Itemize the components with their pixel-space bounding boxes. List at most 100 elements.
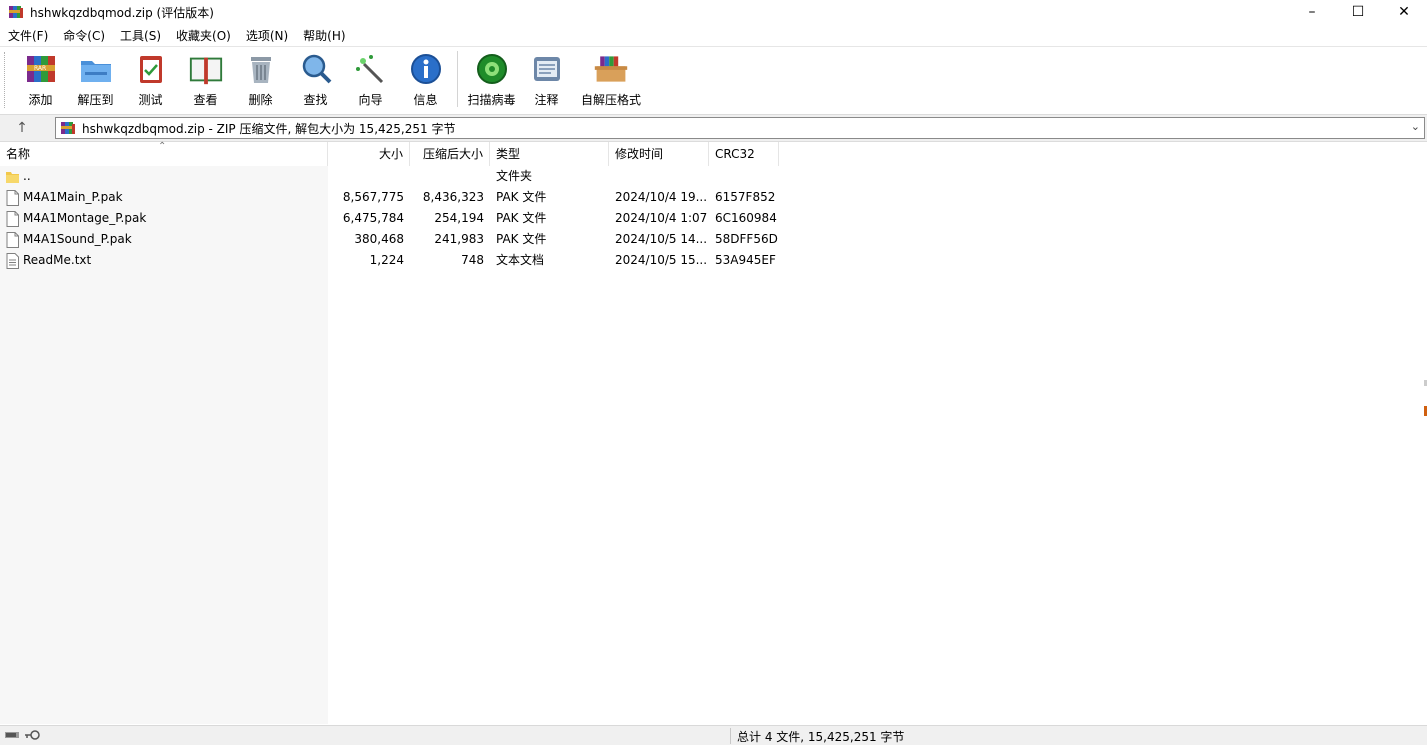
status-divider <box>730 728 731 744</box>
info-icon <box>408 51 444 87</box>
folder-icon <box>6 171 19 183</box>
virus-scan-icon <box>474 51 510 87</box>
file-type: 文件夹 <box>496 169 533 183</box>
toolbar-separator <box>457 51 458 107</box>
file-name: .. <box>23 169 31 183</box>
info-button[interactable]: 信息 <box>398 47 453 109</box>
wizard-label: 向导 <box>358 93 383 107</box>
file-packed-size: 241,983 <box>434 232 484 246</box>
add-archive-icon: RAR <box>23 51 59 87</box>
minimize-button[interactable]: – <box>1289 0 1335 24</box>
address-dropdown-icon[interactable]: ⌄ <box>1411 120 1420 133</box>
winrar-app-icon[interactable] <box>8 4 24 20</box>
address-row: ↑ hshwkqzdbqmod.zip - ZIP 压缩文件, 解包大小为 15… <box>0 114 1427 142</box>
file-name: M4A1Main_P.pak <box>23 190 123 204</box>
file-name-cell: M4A1Main_P.pak <box>0 187 328 208</box>
file-packed-size: 8,436,323 <box>422 190 484 204</box>
file-packed-size: 748 <box>461 253 484 267</box>
file-icon <box>6 189 19 206</box>
menu-file[interactable]: 文件(F) <box>0 26 55 46</box>
file-size: 1,224 <box>369 253 404 267</box>
column-type[interactable]: 类型 <box>490 142 609 166</box>
test-clipboard-icon <box>133 51 169 87</box>
extract-to-button[interactable]: 解压到 <box>68 47 123 109</box>
file-packed-size: 254,194 <box>434 211 484 225</box>
find-button[interactable]: 查找 <box>288 47 343 109</box>
sfx-box-icon <box>593 51 629 87</box>
file-crc: 6157F852 <box>715 190 776 204</box>
view-button[interactable]: 查看 <box>178 47 233 109</box>
file-row[interactable]: M4A1Montage_P.pak 6,475,784 254,194 PAK … <box>0 208 1427 229</box>
menu-tools[interactable]: 工具(S) <box>112 26 168 46</box>
file-name-cell: ReadMe.txt <box>0 250 328 271</box>
comment-icon <box>529 51 565 87</box>
window-title: hshwkqzdbqmod.zip (评估版本) <box>30 5 214 20</box>
file-list: .. 文件夹 M4A1Main_P.pak 8,567,775 8,436,32… <box>0 166 1427 271</box>
folder-extract-icon <box>78 51 114 87</box>
sfx-button[interactable]: 自解压格式 <box>574 47 648 109</box>
file-row[interactable]: ReadMe.txt 1,224 748 文本文档 2024/10/5 15..… <box>0 250 1427 271</box>
add-button[interactable]: RAR 添加 <box>13 47 68 109</box>
toolbar-grip[interactable] <box>4 52 7 108</box>
sfx-label: 自解压格式 <box>580 93 641 107</box>
file-modified: 2024/10/5 15... <box>615 253 708 267</box>
test-label: 测试 <box>138 93 163 107</box>
file-size <box>328 166 410 187</box>
virus-scan-button[interactable]: 扫描病毒 <box>464 47 519 109</box>
add-label: 添加 <box>28 93 53 107</box>
text-file-icon <box>6 252 19 269</box>
file-type: PAK 文件 <box>496 211 547 225</box>
file-packed-size <box>410 166 490 187</box>
menu-favorites[interactable]: 收藏夹(O) <box>168 26 238 46</box>
file-name-cell: .. <box>0 166 328 187</box>
wizard-button[interactable]: 向导 <box>343 47 398 109</box>
sort-ascending-icon: ⌃ <box>158 141 167 152</box>
file-row-parent[interactable]: .. 文件夹 <box>0 166 1427 187</box>
address-path: hshwkqzdbqmod.zip - ZIP 压缩文件, 解包大小为 15,4… <box>82 121 456 136</box>
file-icon <box>6 231 19 248</box>
column-crc[interactable]: CRC32 <box>709 142 779 166</box>
test-button[interactable]: 测试 <box>123 47 178 109</box>
menu-help[interactable]: 帮助(H) <box>295 26 352 46</box>
file-row[interactable]: M4A1Sound_P.pak 380,468 241,983 PAK 文件 2… <box>0 229 1427 250</box>
column-modified[interactable]: 修改时间 <box>609 142 709 166</box>
delete-label: 删除 <box>248 93 273 107</box>
file-modified: 2024/10/4 19... <box>615 190 708 204</box>
file-name-cell: M4A1Sound_P.pak <box>0 229 328 250</box>
close-button[interactable]: ✕ <box>1381 0 1427 24</box>
maximize-button[interactable]: ☐ <box>1335 0 1381 24</box>
file-type: PAK 文件 <box>496 190 547 204</box>
trash-icon <box>243 51 279 87</box>
magic-wand-icon <box>353 51 389 87</box>
menu-options[interactable]: 选项(N) <box>238 26 295 46</box>
column-name-label: 名称 <box>6 147 31 161</box>
key-icon[interactable] <box>24 729 40 741</box>
address-bar[interactable]: hshwkqzdbqmod.zip - ZIP 压缩文件, 解包大小为 15,4… <box>55 117 1425 139</box>
zip-archive-icon <box>61 122 75 134</box>
file-name-cell: M4A1Montage_P.pak <box>0 208 328 229</box>
drive-icon[interactable] <box>4 729 20 741</box>
delete-button[interactable]: 删除 <box>233 47 288 109</box>
column-packed[interactable]: 压缩后大小 <box>410 142 490 166</box>
file-crc <box>709 166 779 187</box>
title-bar: hshwkqzdbqmod.zip (评估版本) – ☐ ✕ <box>0 0 1427 24</box>
file-row[interactable]: M4A1Main_P.pak 8,567,775 8,436,323 PAK 文… <box>0 187 1427 208</box>
file-modified <box>609 166 709 187</box>
column-size[interactable]: 大小 <box>328 142 410 166</box>
view-label: 查看 <box>193 93 218 107</box>
menu-commands[interactable]: 命令(C) <box>55 26 112 46</box>
comment-label: 注释 <box>534 93 559 107</box>
toolbar: RAR 添加 解压到 测试 查看 删除 查找 向导 信息 扫描病毒 注释 自解压… <box>0 46 1427 112</box>
status-icons <box>4 729 40 741</box>
file-type: 文本文档 <box>496 253 545 267</box>
comment-button[interactable]: 注释 <box>519 47 574 109</box>
virus-scan-label: 扫描病毒 <box>467 93 516 107</box>
file-crc: 58DFF56D <box>715 232 778 246</box>
file-crc: 6C160984 <box>715 211 777 225</box>
column-header: 名称 ⌃ 大小 压缩后大小 类型 修改时间 CRC32 <box>0 141 1427 166</box>
file-size: 8,567,775 <box>342 190 404 204</box>
column-name[interactable]: 名称 ⌃ <box>0 141 328 166</box>
svg-text:RAR: RAR <box>34 65 46 72</box>
file-size: 6,475,784 <box>342 211 404 225</box>
up-arrow-icon[interactable]: ↑ <box>8 118 36 138</box>
